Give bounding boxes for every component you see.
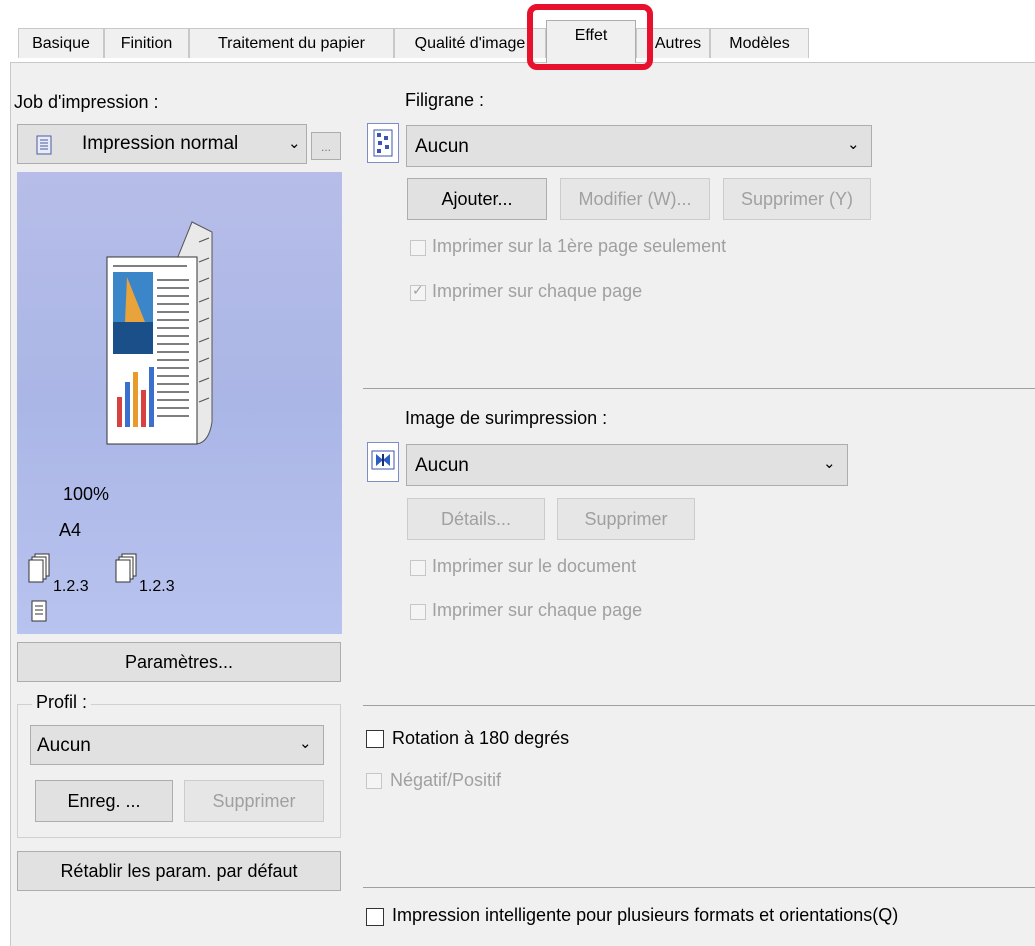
profile-combo-value: Aucun xyxy=(37,735,91,756)
chevron-down-icon: ⌄ xyxy=(823,455,836,472)
preview-zoom: 100% xyxy=(63,484,110,504)
divider xyxy=(363,705,1035,706)
overlay-details-button[interactable]: Détails... xyxy=(407,498,545,540)
overlay-every-page-checkbox[interactable] xyxy=(410,604,426,620)
profile-label: Profil : xyxy=(32,692,92,713)
tab-traitement-papier[interactable]: Traitement du papier xyxy=(189,28,394,58)
every-page-checkbox[interactable]: ✓ xyxy=(410,283,426,301)
overlay-delete-button[interactable]: Supprimer xyxy=(557,498,695,540)
checkmark-icon: ✓ xyxy=(412,283,424,299)
print-preview: 100% A4 1.2.3 1.2.3 xyxy=(17,172,342,634)
collate-label-1: 1.2.3 xyxy=(53,578,89,595)
job-combo-value: Impression normal xyxy=(82,133,239,154)
tab-bar: Basique Finition Traitement du papier Qu… xyxy=(0,0,1035,63)
watermark-edit-button[interactable]: Modifier (W)... xyxy=(560,178,710,220)
every-page-label: Imprimer sur chaque page xyxy=(432,281,643,301)
chevron-down-icon: ⌄ xyxy=(288,135,301,152)
document-icon xyxy=(36,135,52,161)
chevron-down-icon: ⌄ xyxy=(299,735,312,752)
overlay-label: Image de surimpression : xyxy=(405,408,608,428)
tab-qualite-image[interactable]: Qualité d'image xyxy=(394,28,546,58)
overlay-combo[interactable]: Aucun ⌄ xyxy=(406,444,848,486)
watermark-add-button[interactable]: Ajouter... xyxy=(407,178,547,220)
watermark-delete-button[interactable]: Supprimer (Y) xyxy=(723,178,871,220)
tab-modeles[interactable]: Modèles xyxy=(710,28,809,58)
on-document-checkbox[interactable] xyxy=(410,560,426,576)
on-document-label: Imprimer sur le document xyxy=(432,556,637,576)
save-profile-button[interactable]: Enreg. ... xyxy=(35,780,173,822)
chevron-down-icon: ⌄ xyxy=(847,136,860,153)
profile-combo[interactable]: Aucun ⌄ xyxy=(30,725,324,765)
delete-profile-button[interactable]: Supprimer xyxy=(184,780,324,822)
collate-label-2: 1.2.3 xyxy=(139,578,175,595)
smart-print-checkbox[interactable] xyxy=(366,908,384,926)
job-more-button[interactable]: ... xyxy=(311,132,341,160)
smart-print-label: Impression intelligente pour plusieurs f… xyxy=(392,905,899,925)
params-button[interactable]: Paramètres... xyxy=(17,642,341,682)
overlay-combo-value: Aucun xyxy=(415,455,469,476)
butterfly-icon xyxy=(367,442,399,482)
reset-defaults-button[interactable]: Rétablir les param. par défaut xyxy=(17,851,341,891)
divider xyxy=(363,388,1035,389)
watermark-icon xyxy=(367,123,399,163)
rotate180-label: Rotation à 180 degrés xyxy=(392,728,570,748)
tab-finition[interactable]: Finition xyxy=(104,28,189,58)
watermark-label: Filigrane : xyxy=(405,90,485,110)
job-combo[interactable]: Impression normal ⌄ xyxy=(17,124,307,164)
negpos-checkbox[interactable] xyxy=(366,773,382,789)
preview-paper: A4 xyxy=(59,520,82,540)
tab-basique[interactable]: Basique xyxy=(18,28,104,58)
overlay-every-page-label: Imprimer sur chaque page xyxy=(432,600,643,620)
divider xyxy=(363,887,1035,888)
job-label: Job d'impression : xyxy=(14,92,159,112)
negpos-label: Négatif/Positif xyxy=(390,770,502,790)
document-icon xyxy=(31,600,47,627)
highlight-box xyxy=(527,4,653,70)
first-page-only-label: Imprimer sur la 1ère page seulement xyxy=(432,236,727,256)
first-page-only-checkbox[interactable] xyxy=(410,240,426,256)
watermark-combo[interactable]: Aucun ⌄ xyxy=(406,125,872,167)
rotate180-checkbox[interactable] xyxy=(366,730,384,748)
watermark-combo-value: Aucun xyxy=(415,136,469,157)
